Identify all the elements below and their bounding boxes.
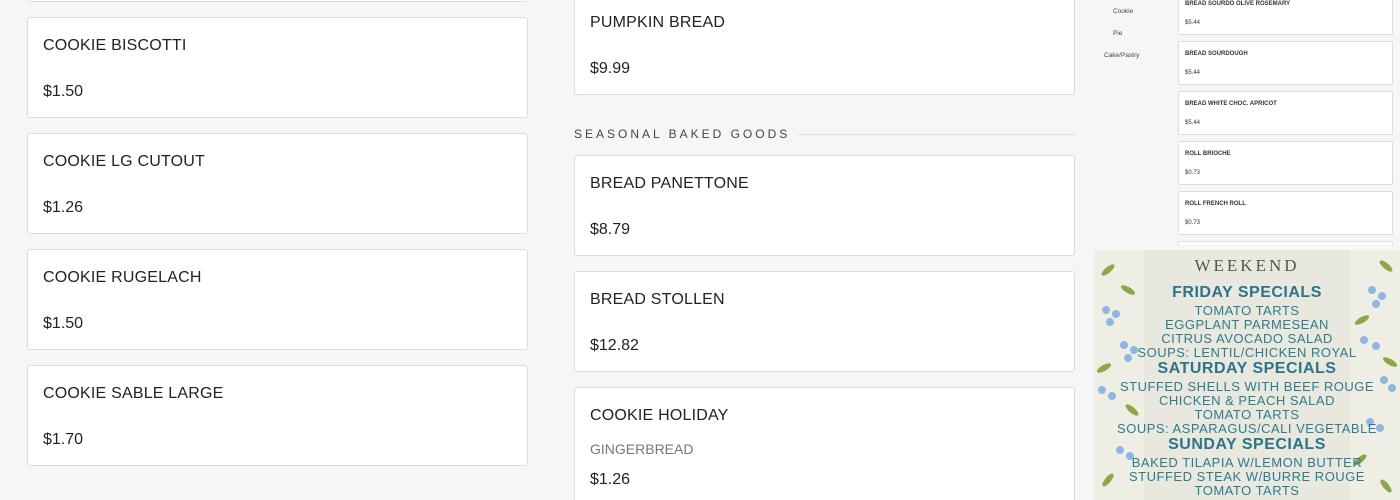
item-price: $1.50 <box>43 315 84 332</box>
item-name: COOKIE HOLIDAY <box>590 407 729 424</box>
poster-line: STUFFED STEAK W/BURRE ROUGE <box>1129 469 1365 484</box>
poster-line: SUNDAY SPECIALS <box>1168 436 1326 453</box>
item-name: BREAD SOURDO OLIVE ROSEMARY <box>1185 1 1291 7</box>
poster-line: SATURDAY SPECIALS <box>1157 360 1337 377</box>
menu-item-card[interactable]: BREAD STOLLEN $12.82 <box>574 271 1075 372</box>
item-name: COOKIE SABLE LARGE <box>43 385 224 402</box>
mini-menu-card[interactable]: BREAD SOURDOUGH $5.44 <box>1178 41 1393 85</box>
mini-menu-card[interactable]: BREAD SOURDO OLIVE ROSEMARY $5.44 <box>1178 0 1393 35</box>
item-name: COOKIE LG CUTOUT <box>43 153 206 170</box>
item-name: BREAD SOURDOUGH <box>1185 51 1248 57</box>
item-name: BREAD STOLLEN <box>590 291 725 308</box>
item-price: $1.70 <box>43 431 84 448</box>
item-price: $0.73 <box>1185 170 1201 176</box>
item-price: $0.73 <box>1185 220 1201 226</box>
menu-item-card[interactable]: COOKIE RUGELACH $1.50 <box>27 249 528 350</box>
poster-line: TOMATO TARTS <box>1194 303 1300 318</box>
item-price: $1.50 <box>43 83 84 100</box>
poster-line: STUFFED SHELLS WITH BEEF ROUGE <box>1119 379 1375 394</box>
mini-menu-card[interactable]: ROLL FRENCH ROLL $0.73 <box>1178 191 1393 235</box>
item-price: $1.26 <box>43 199 84 216</box>
poster-line: TOMATO TARTS <box>1194 407 1300 422</box>
poster-line: SOUPS: LENTIL/CHICKEN ROYAL <box>1137 345 1357 360</box>
item-name: BREAD WHITE CHOC. APRICOT <box>1185 101 1277 107</box>
menu-item-card[interactable]: COOKIE SABLE LARGE $1.70 <box>27 365 528 466</box>
category-link-pie[interactable]: Pie <box>1113 30 1122 37</box>
menu-item-card[interactable]: COOKIE BISCOTTI $1.50 <box>27 17 528 118</box>
item-price: $5.44 <box>1185 20 1201 26</box>
poster-line: FRIDAY SPECIALS <box>1172 284 1322 301</box>
mini-menu-card[interactable]: BREAD WHITE CHOC. APRICOT $5.44 <box>1178 91 1393 135</box>
item-description: GINGERBREAD <box>590 441 694 457</box>
item-name: PUMPKIN BREAD <box>590 14 726 31</box>
item-name: ROLL BRIOCHE <box>1185 151 1231 157</box>
poster-line: CHICKEN & PEACH SALAD <box>1159 393 1335 408</box>
item-price: $5.44 <box>1185 120 1201 126</box>
item-price: $5.44 <box>1185 70 1201 76</box>
menu-item-card[interactable]: COOKIE LG CUTOUT $1.26 <box>27 133 528 234</box>
mini-menu-panel: Cookie Pie Cake/Pastry BREAD SOURDO OLIV… <box>1094 0 1400 245</box>
poster-line: TOMATO TARTS <box>1194 483 1300 498</box>
item-price: $9.99 <box>590 60 631 77</box>
category-link-cookie[interactable]: Cookie <box>1113 8 1133 15</box>
menu-item-card[interactable]: COOKIE HOLIDAY GINGERBREAD $1.26 <box>574 387 1075 500</box>
menu-item-card-partial[interactable] <box>27 0 528 2</box>
section-divider <box>798 133 1075 135</box>
section-header: SEASONAL BAKED GOODS <box>574 126 1075 142</box>
poster-line: EGGPLANT PARMESEAN <box>1165 317 1329 332</box>
category-link-cake-pastry[interactable]: Cake/Pastry <box>1104 52 1139 59</box>
mini-menu-card[interactable]: ROLL BRIOCHE $0.73 <box>1178 141 1393 185</box>
item-price: $12.82 <box>590 337 639 354</box>
mini-menu-card-partial[interactable] <box>1178 241 1393 245</box>
menu-item-card[interactable]: PUMPKIN BREAD $9.99 <box>574 0 1075 95</box>
item-price: $1.26 <box>590 471 631 488</box>
item-name: COOKIE BISCOTTI <box>43 37 187 54</box>
item-name: COOKIE RUGELACH <box>43 269 202 286</box>
item-price: $8.79 <box>590 221 631 238</box>
poster-line: CITRUS AVOCADO SALAD <box>1161 331 1333 346</box>
menu-item-card[interactable]: BREAD PANETTONE $8.79 <box>574 155 1075 256</box>
poster-title: WEEKEND <box>1194 256 1300 275</box>
section-title: SEASONAL BAKED GOODS <box>574 127 791 141</box>
item-name: ROLL FRENCH ROLL <box>1185 201 1246 207</box>
item-name: BREAD PANETTONE <box>590 175 749 192</box>
poster-line: BAKED TILAPIA W/LEMON BUTTER <box>1131 455 1363 470</box>
poster-line: SOUPS: ASPARAGUS/CALI VEGETABLE <box>1117 421 1377 436</box>
weekend-specials-poster: WEEKEND FRIDAY SPECIALS TOMATO TARTS EGG… <box>1094 250 1400 500</box>
